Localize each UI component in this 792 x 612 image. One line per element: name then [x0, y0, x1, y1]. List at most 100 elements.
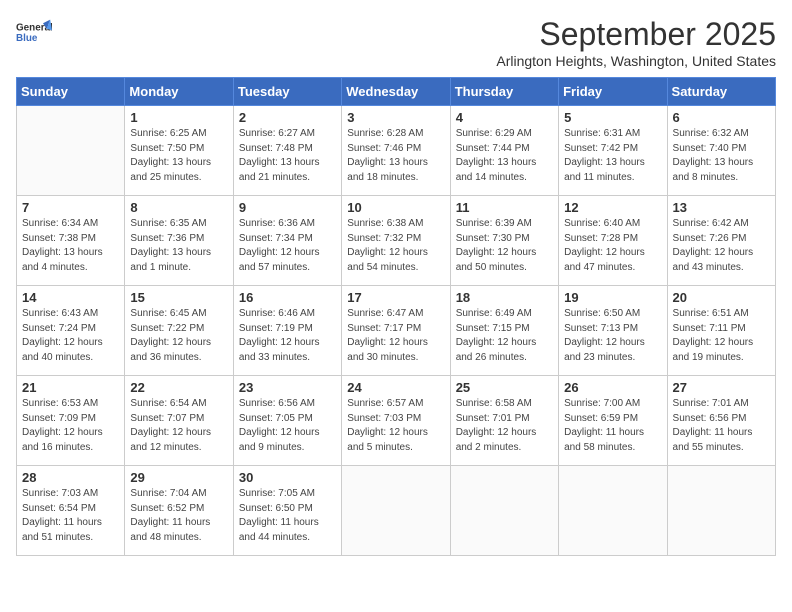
calendar-cell	[667, 466, 775, 556]
day-number: 5	[564, 110, 661, 125]
day-info: Sunrise: 6:54 AMSunset: 7:07 PMDaylight:…	[130, 397, 227, 455]
calendar-cell: 8 Sunrise: 6:35 AMSunset: 7:36 PMDaylight…	[125, 196, 233, 286]
calendar-cell: 4 Sunrise: 6:29 AMSunset: 7:44 PMDaylight…	[450, 106, 558, 196]
month-title: September 2025	[496, 16, 776, 53]
day-info: Sunrise: 6:51 AMSunset: 7:11 PMDaylight:…	[673, 307, 770, 365]
day-number: 4	[456, 110, 553, 125]
day-number: 8	[130, 200, 227, 215]
day-info: Sunrise: 6:31 AMSunset: 7:42 PMDaylight:…	[564, 127, 661, 185]
calendar-cell: 19 Sunrise: 6:50 AMSunset: 7:13 PMDayligh…	[559, 286, 667, 376]
calendar-week-row: 21 Sunrise: 6:53 AMSunset: 7:09 PMDayligh…	[17, 376, 776, 466]
day-info: Sunrise: 7:05 AMSunset: 6:50 PMDaylight:…	[239, 487, 336, 545]
day-number: 3	[347, 110, 444, 125]
weekday-header-saturday: Saturday	[667, 78, 775, 106]
day-info: Sunrise: 6:34 AMSunset: 7:38 PMDaylight:…	[22, 217, 119, 275]
weekday-header-monday: Monday	[125, 78, 233, 106]
weekday-header-row: SundayMondayTuesdayWednesdayThursdayFrid…	[17, 78, 776, 106]
day-number: 22	[130, 380, 227, 395]
calendar-week-row: 1Sunrise: 6:25 AMSunset: 7:50 PMDaylight…	[17, 106, 776, 196]
weekday-header-thursday: Thursday	[450, 78, 558, 106]
calendar-cell: 18 Sunrise: 6:49 AMSunset: 7:15 PMDayligh…	[450, 286, 558, 376]
calendar-cell: 7 Sunrise: 6:34 AMSunset: 7:38 PMDaylight…	[17, 196, 125, 286]
calendar-week-row: 28Sunrise: 7:03 AMSunset: 6:54 PMDayligh…	[17, 466, 776, 556]
day-number: 7	[22, 200, 119, 215]
calendar-cell: 10 Sunrise: 6:38 AMSunset: 7:32 PMDayligh…	[342, 196, 450, 286]
calendar-cell	[559, 466, 667, 556]
day-number: 6	[673, 110, 770, 125]
day-info: Sunrise: 6:28 AMSunset: 7:46 PMDaylight:…	[347, 127, 444, 185]
calendar-cell: 27 Sunrise: 7:01 AMSunset: 6:56 PMDayligh…	[667, 376, 775, 466]
day-info: Sunrise: 6:50 AMSunset: 7:13 PMDaylight:…	[564, 307, 661, 365]
calendar-cell: 6Sunrise: 6:32 AMSunset: 7:40 PMDaylight…	[667, 106, 775, 196]
calendar-cell: 3 Sunrise: 6:28 AMSunset: 7:46 PMDaylight…	[342, 106, 450, 196]
day-number: 2	[239, 110, 336, 125]
logo-icon: General Blue	[16, 16, 52, 52]
day-info: Sunrise: 6:47 AMSunset: 7:17 PMDaylight:…	[347, 307, 444, 365]
day-number: 19	[564, 290, 661, 305]
day-number: 21	[22, 380, 119, 395]
calendar-cell: 2Sunrise: 6:27 AMSunset: 7:48 PMDaylight…	[233, 106, 341, 196]
calendar-week-row: 14Sunrise: 6:43 AMSunset: 7:24 PMDayligh…	[17, 286, 776, 376]
day-number: 17	[347, 290, 444, 305]
weekday-header-wednesday: Wednesday	[342, 78, 450, 106]
day-number: 29	[130, 470, 227, 485]
day-number: 27	[673, 380, 770, 395]
weekday-header-friday: Friday	[559, 78, 667, 106]
calendar-cell: 24 Sunrise: 6:57 AMSunset: 7:03 PMDayligh…	[342, 376, 450, 466]
day-info: Sunrise: 6:35 AMSunset: 7:36 PMDaylight:…	[130, 217, 227, 275]
calendar-cell: 21 Sunrise: 6:53 AMSunset: 7:09 PMDayligh…	[17, 376, 125, 466]
day-number: 15	[130, 290, 227, 305]
page-header: General Blue September 2025 Arlington He…	[16, 16, 776, 69]
day-info: Sunrise: 6:53 AMSunset: 7:09 PMDaylight:…	[22, 397, 119, 455]
calendar-cell: 9Sunrise: 6:36 AMSunset: 7:34 PMDaylight…	[233, 196, 341, 286]
day-info: Sunrise: 6:46 AMSunset: 7:19 PMDaylight:…	[239, 307, 336, 365]
calendar-cell: 15 Sunrise: 6:45 AMSunset: 7:22 PMDayligh…	[125, 286, 233, 376]
calendar-cell	[450, 466, 558, 556]
day-info: Sunrise: 6:25 AMSunset: 7:50 PMDaylight:…	[130, 127, 227, 185]
day-number: 30	[239, 470, 336, 485]
day-info: Sunrise: 6:49 AMSunset: 7:15 PMDaylight:…	[456, 307, 553, 365]
day-info: Sunrise: 6:57 AMSunset: 7:03 PMDaylight:…	[347, 397, 444, 455]
calendar-cell: 13Sunrise: 6:42 AMSunset: 7:26 PMDayligh…	[667, 196, 775, 286]
day-number: 23	[239, 380, 336, 395]
day-number: 25	[456, 380, 553, 395]
logo: General Blue	[16, 16, 52, 52]
calendar-cell: 1Sunrise: 6:25 AMSunset: 7:50 PMDaylight…	[125, 106, 233, 196]
day-info: Sunrise: 6:29 AMSunset: 7:44 PMDaylight:…	[456, 127, 553, 185]
day-info: Sunrise: 6:38 AMSunset: 7:32 PMDaylight:…	[347, 217, 444, 275]
day-info: Sunrise: 7:00 AMSunset: 6:59 PMDaylight:…	[564, 397, 661, 455]
day-number: 18	[456, 290, 553, 305]
day-number: 10	[347, 200, 444, 215]
calendar-cell: 28Sunrise: 7:03 AMSunset: 6:54 PMDayligh…	[17, 466, 125, 556]
day-number: 9	[239, 200, 336, 215]
day-number: 13	[673, 200, 770, 215]
day-info: Sunrise: 6:39 AMSunset: 7:30 PMDaylight:…	[456, 217, 553, 275]
calendar-cell: 12 Sunrise: 6:40 AMSunset: 7:28 PMDayligh…	[559, 196, 667, 286]
day-number: 12	[564, 200, 661, 215]
day-info: Sunrise: 7:03 AMSunset: 6:54 PMDaylight:…	[22, 487, 119, 545]
calendar-cell: 14Sunrise: 6:43 AMSunset: 7:24 PMDayligh…	[17, 286, 125, 376]
day-info: Sunrise: 6:40 AMSunset: 7:28 PMDaylight:…	[564, 217, 661, 275]
day-info: Sunrise: 6:58 AMSunset: 7:01 PMDaylight:…	[456, 397, 553, 455]
day-info: Sunrise: 6:45 AMSunset: 7:22 PMDaylight:…	[130, 307, 227, 365]
calendar-cell: 23Sunrise: 6:56 AMSunset: 7:05 PMDayligh…	[233, 376, 341, 466]
calendar-cell: 22 Sunrise: 6:54 AMSunset: 7:07 PMDayligh…	[125, 376, 233, 466]
day-info: Sunrise: 7:01 AMSunset: 6:56 PMDaylight:…	[673, 397, 770, 455]
day-number: 16	[239, 290, 336, 305]
calendar-cell	[17, 106, 125, 196]
calendar-cell: 5 Sunrise: 6:31 AMSunset: 7:42 PMDaylight…	[559, 106, 667, 196]
calendar-cell	[342, 466, 450, 556]
weekday-header-sunday: Sunday	[17, 78, 125, 106]
calendar-cell: 25 Sunrise: 6:58 AMSunset: 7:01 PMDayligh…	[450, 376, 558, 466]
day-number: 11	[456, 200, 553, 215]
title-area: September 2025 Arlington Heights, Washin…	[496, 16, 776, 69]
day-number: 14	[22, 290, 119, 305]
calendar-cell: 26 Sunrise: 7:00 AMSunset: 6:59 PMDayligh…	[559, 376, 667, 466]
day-number: 24	[347, 380, 444, 395]
calendar-cell: 17 Sunrise: 6:47 AMSunset: 7:17 PMDayligh…	[342, 286, 450, 376]
calendar-cell: 16 Sunrise: 6:46 AMSunset: 7:19 PMDayligh…	[233, 286, 341, 376]
day-number: 26	[564, 380, 661, 395]
day-number: 20	[673, 290, 770, 305]
weekday-header-tuesday: Tuesday	[233, 78, 341, 106]
calendar-cell: 29Sunrise: 7:04 AMSunset: 6:52 PMDayligh…	[125, 466, 233, 556]
